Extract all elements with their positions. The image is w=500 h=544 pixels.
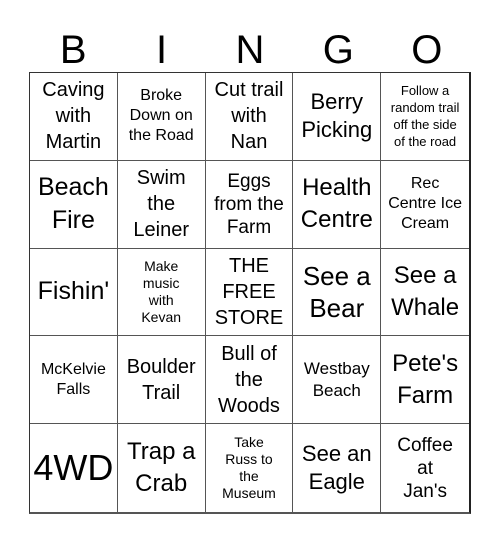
bingo-cell[interactable]: Rec Centre Ice Cream <box>381 161 469 249</box>
cell-line: Nan <box>230 131 268 154</box>
bingo-cell[interactable]: Cut trail with Nan <box>205 73 294 161</box>
cell-line: Centre Ice <box>388 195 462 213</box>
cell-line: Picking <box>301 117 373 143</box>
cell-line: Fishin' <box>37 277 110 306</box>
cell-line: Farm <box>397 381 454 409</box>
cell-line: Kevan <box>141 308 182 325</box>
header-letter-g: G <box>322 28 354 72</box>
cell-line: Jan's <box>403 480 447 502</box>
header-letter-o: O <box>411 28 443 72</box>
cell-line: the <box>235 368 263 391</box>
cell-line: Take <box>234 434 264 451</box>
bingo-cell[interactable]: Bull of the Woods <box>205 336 294 425</box>
cell-line: See an <box>301 441 372 467</box>
cell-line: Bull of <box>221 342 277 365</box>
bingo-cell[interactable]: Trap a Crab <box>118 424 206 512</box>
cell-line: Eggs <box>227 170 271 192</box>
bingo-header: B I N G O <box>29 28 471 72</box>
bingo-cell[interactable]: See a Whale <box>381 249 469 337</box>
cell-line: with <box>55 105 92 128</box>
cell-line: McKelvie <box>40 360 106 378</box>
bingo-cell[interactable]: Broke Down on the Road <box>117 73 206 161</box>
cell-line: from the <box>214 193 284 215</box>
cell-line: Cream <box>401 215 450 233</box>
cell-line: Pete's <box>392 349 459 377</box>
cell-line: Trail <box>142 381 181 404</box>
bingo-cell[interactable]: 4WD <box>30 424 118 512</box>
cell-line: the <box>239 468 259 485</box>
cell-line: Health <box>302 174 372 202</box>
bingo-cell[interactable]: Eggs from the Farm <box>205 160 294 249</box>
bingo-cell[interactable]: Follow a random trail off the side of th… <box>381 73 469 161</box>
cell-line: of the road <box>394 134 457 150</box>
cell-line: Crab <box>135 470 188 498</box>
cell-line: Westbay <box>303 358 370 378</box>
bingo-cell[interactable]: Swim the Leiner <box>117 160 206 249</box>
cell-line: Trap a <box>126 438 196 466</box>
cell-line: Farm <box>226 216 272 238</box>
cell-line: Caving <box>42 79 105 102</box>
bingo-cell[interactable]: Coffee at Jan's <box>381 424 469 512</box>
cell-line: at <box>417 457 434 479</box>
cell-line: Whale <box>391 293 460 321</box>
cell-line: Beach <box>37 173 109 202</box>
cell-line: Russ to <box>225 451 273 468</box>
cell-line: Woods <box>218 394 280 417</box>
bingo-cell[interactable]: McKelvie Falls <box>30 336 118 425</box>
cell-line: Boulder <box>126 355 196 378</box>
bingo-card-grid: Caving with Martin Broke Down on the Roa… <box>29 72 471 514</box>
cell-line: See a <box>302 260 371 291</box>
cell-line: Bear <box>309 292 365 323</box>
cell-line: See a <box>393 261 457 289</box>
cell-line: Centre <box>300 206 373 234</box>
cell-line: Leiner <box>133 219 189 242</box>
bingo-cell[interactable]: See an Eagle <box>293 424 382 512</box>
cell-line: with <box>231 105 267 128</box>
cell-line: FREE <box>222 280 276 303</box>
cell-line: THE <box>228 254 269 277</box>
bingo-cell[interactable]: Health Centre <box>293 160 382 249</box>
cell-line: random trail <box>390 100 460 116</box>
cell-line: off the side <box>393 117 457 133</box>
bingo-cell[interactable]: Take Russ to the Museum <box>206 424 294 512</box>
bingo-cell[interactable]: Beach Fire <box>30 160 118 249</box>
cell-line: 4WD <box>33 447 114 489</box>
bingo-cell[interactable]: Berry Picking <box>293 73 382 161</box>
cell-line: Broke <box>140 87 183 105</box>
cell-line: Martin <box>45 131 102 154</box>
bingo-cell[interactable]: Fishin' <box>30 248 118 337</box>
header-letter-i: I <box>156 28 168 72</box>
cell-line: Beach <box>312 380 361 400</box>
bingo-cell[interactable]: THE FREE STORE <box>205 248 294 337</box>
cell-line: Down on <box>129 107 193 125</box>
cell-line: Fire <box>51 206 95 235</box>
cell-line: Rec <box>410 175 440 193</box>
bingo-cell[interactable]: Westbay Beach <box>293 336 382 425</box>
cell-line: Coffee <box>397 434 453 456</box>
cell-line: Follow a <box>400 83 450 99</box>
cell-line: the <box>147 193 176 216</box>
cell-line: the Road <box>128 127 194 145</box>
cell-line: Eagle <box>308 469 365 495</box>
cell-line: Berry <box>310 89 364 115</box>
bingo-cell[interactable]: Boulder Trail <box>117 336 206 425</box>
cell-line: music <box>142 274 180 291</box>
cell-line: Cut trail <box>214 79 284 102</box>
header-letter-n: N <box>235 28 265 72</box>
bingo-cell[interactable]: See a Bear <box>293 248 382 337</box>
cell-line: STORE <box>214 306 284 329</box>
header-letter-b: B <box>59 28 87 72</box>
cell-line: Museum <box>222 485 276 502</box>
cell-line: with <box>148 291 174 308</box>
bingo-cell[interactable]: Caving with Martin <box>30 73 118 161</box>
cell-line: Make <box>144 257 179 274</box>
bingo-cell[interactable]: Pete's Farm <box>381 336 469 425</box>
cell-line: Swim <box>136 167 186 190</box>
bingo-cell[interactable]: Make music with Kevan <box>117 248 206 337</box>
cell-line: Falls <box>56 380 91 398</box>
